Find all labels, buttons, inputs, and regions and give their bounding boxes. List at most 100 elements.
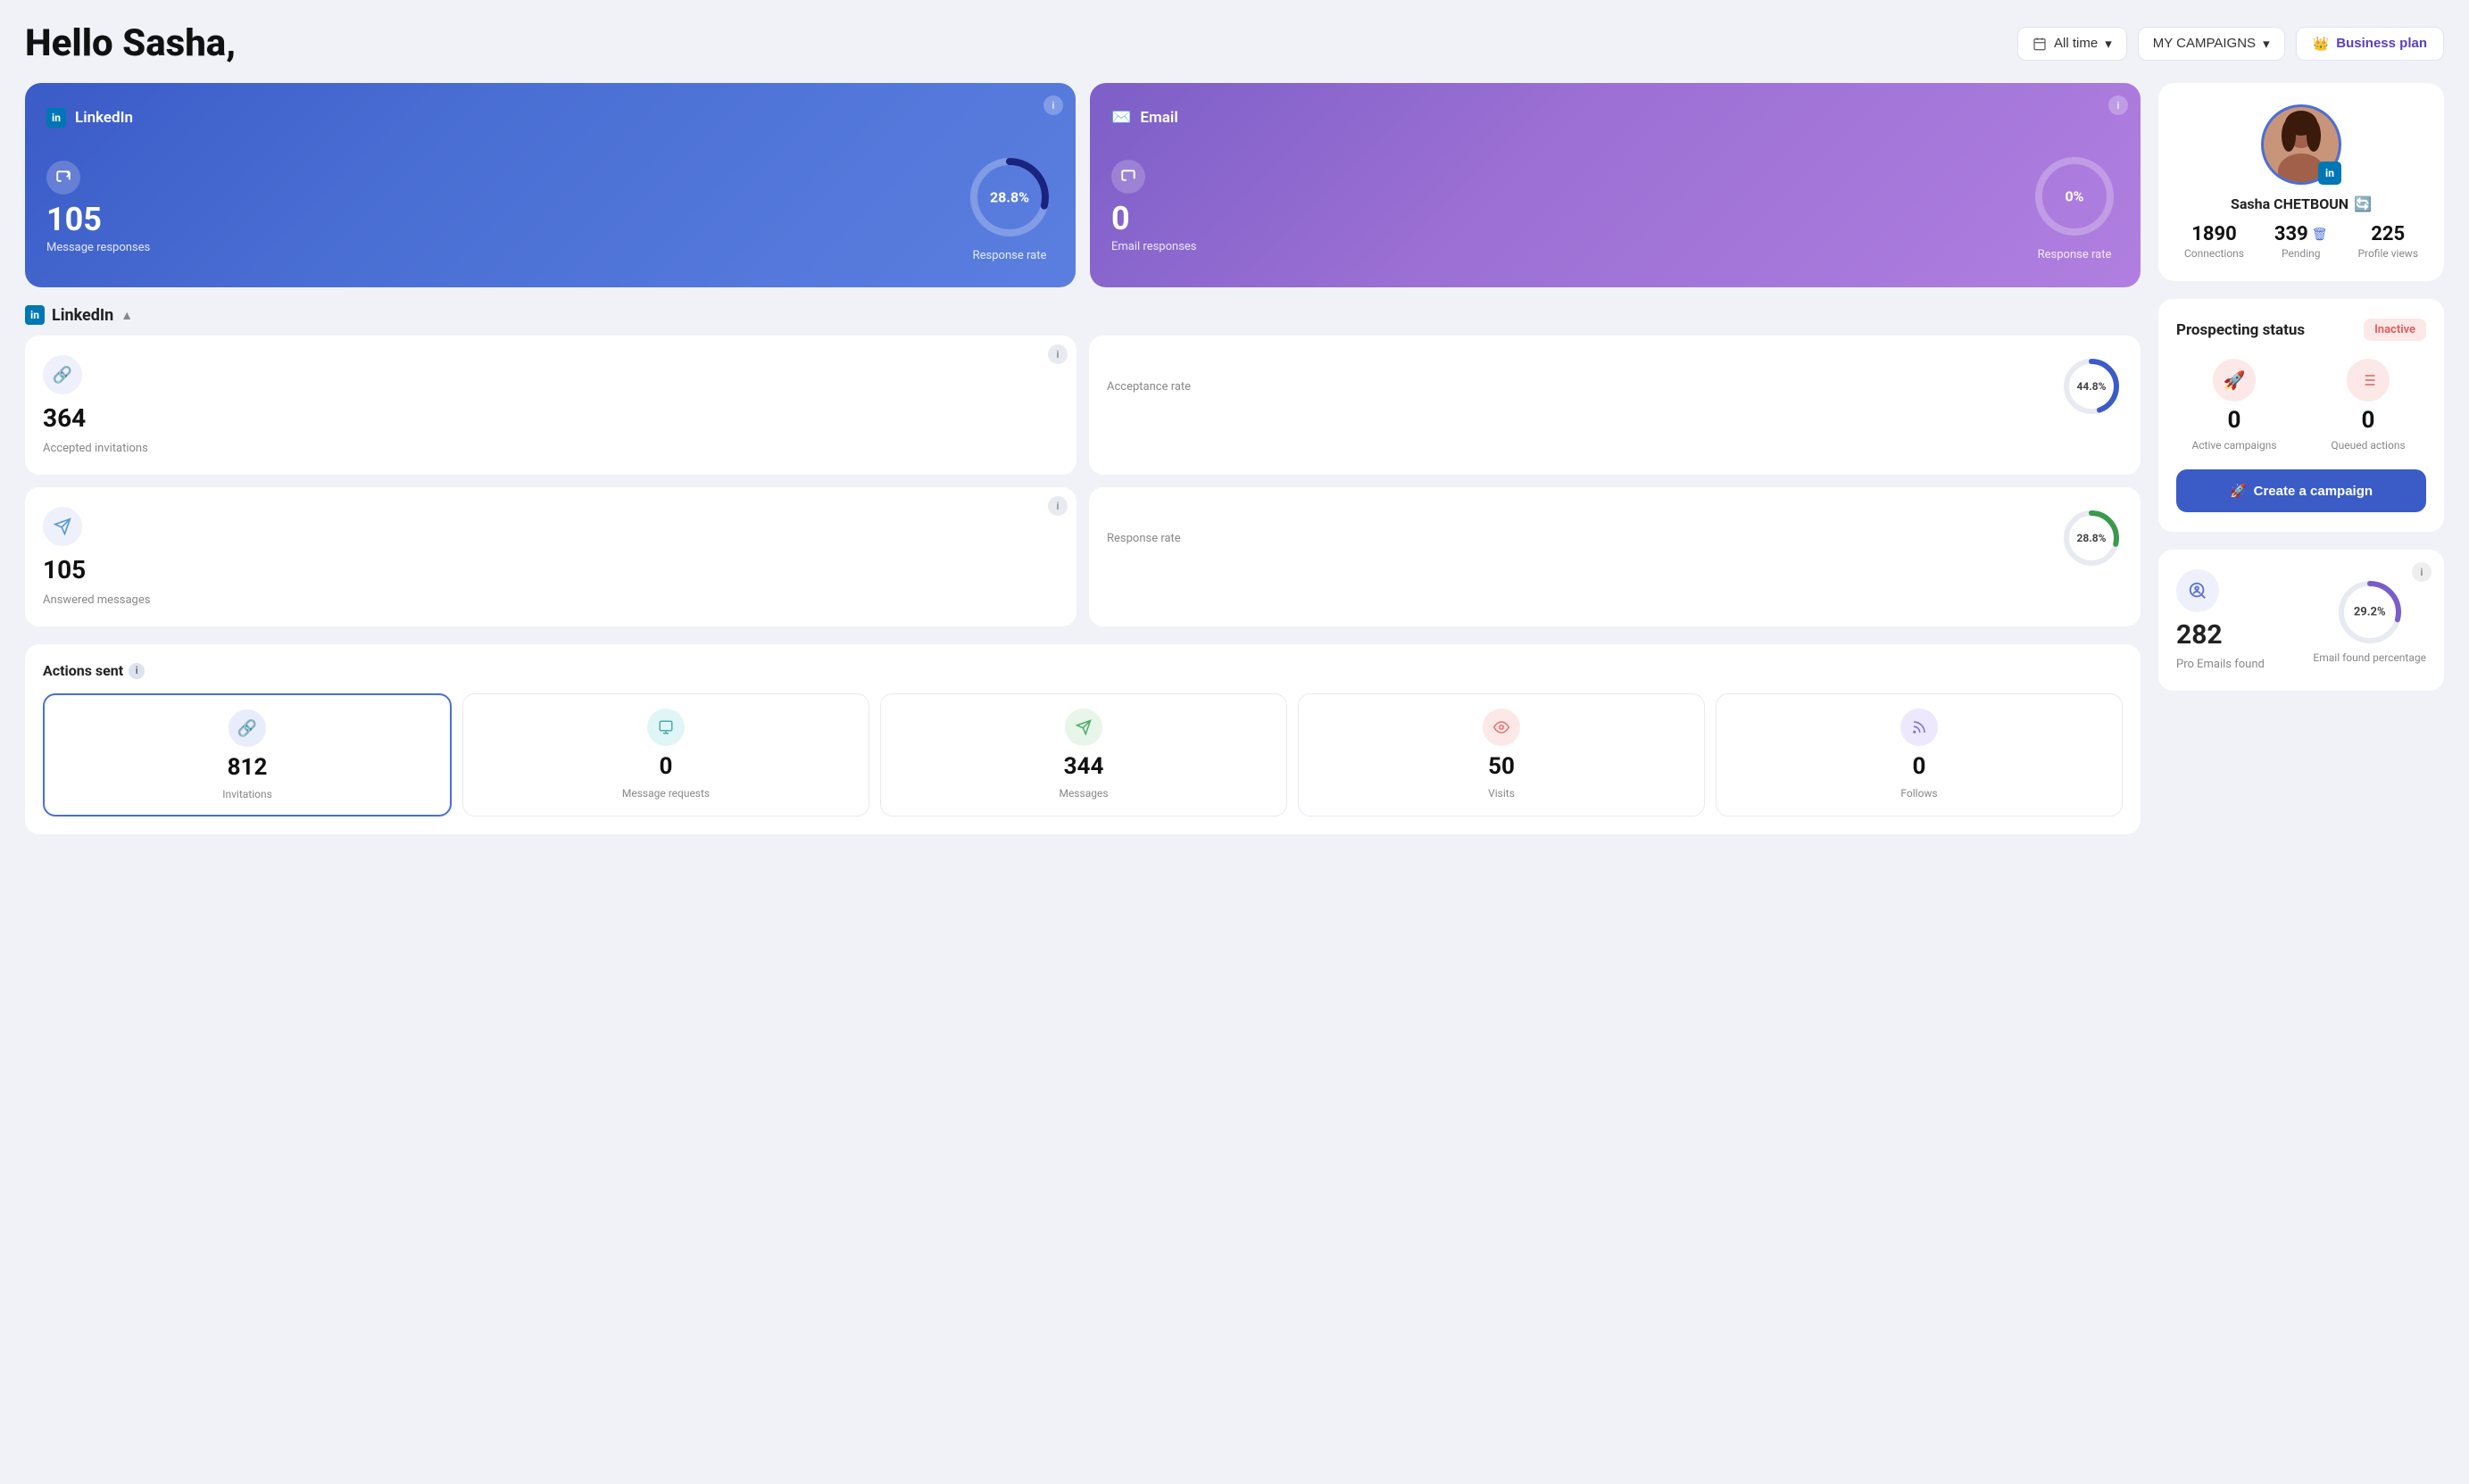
- pending-number: 339: [2274, 223, 2308, 245]
- email-responses-icon-circle: [1111, 160, 1145, 194]
- invitations-label: Invitations: [222, 788, 272, 800]
- email-responses-label: Email responses: [1111, 240, 1197, 253]
- calendar-icon: [2033, 37, 2047, 51]
- queued-actions-number: 0: [2362, 407, 2375, 434]
- header-controls: All time ▾ MY CAMPAIGNS ▾ 👑 Business pla…: [2017, 27, 2444, 61]
- answered-msg-info[interactable]: i: [1048, 496, 1068, 516]
- answered-messages-card: i 105 Answered messages: [25, 487, 1077, 626]
- visits-label: Visits: [1488, 787, 1515, 800]
- email-found-info-button[interactable]: i: [2412, 562, 2432, 582]
- reply-icon: [55, 170, 71, 186]
- message-icon: [658, 719, 674, 735]
- profile-stats: 1890 Connections 339 🗑 Pending 225 Profi…: [2180, 223, 2423, 260]
- linkedin-responses-number: 105: [46, 203, 102, 236]
- info-icon: i: [2117, 99, 2120, 112]
- prospecting-title: Prospecting status: [2176, 321, 2305, 339]
- header: Hello Sasha, All time ▾ MY CAMPAIGNS ▾ 👑…: [25, 21, 2444, 65]
- email-info-button[interactable]: i: [2108, 95, 2128, 115]
- actions-sent-section: Actions sent i 🔗 812 Invitations 0 Messa…: [25, 644, 2141, 834]
- time-filter-button[interactable]: All time ▾: [2017, 27, 2127, 61]
- search-person-icon: [2188, 581, 2207, 601]
- email-found-number: 282: [2176, 619, 2265, 651]
- pending-label: Pending: [2282, 247, 2321, 260]
- prospecting-stats: 🚀 0 Active campaigns 0 Queued actions: [2176, 359, 2426, 452]
- follows-count: 0: [1913, 753, 1926, 780]
- linkedin-response-rate-text: 28.8%: [990, 189, 1029, 206]
- email-card-header: ✉️ Email: [1111, 108, 2119, 127]
- accepted-inv-info[interactable]: i: [1048, 344, 1068, 364]
- profile-views-label: Profile views: [2357, 247, 2418, 260]
- messages-action-icon: [1065, 709, 1102, 746]
- visits-count: 50: [1488, 753, 1515, 780]
- action-follows-card[interactable]: 0 Follows: [1716, 693, 2123, 817]
- response-rate-inner: Response rate 28.8%: [1107, 507, 2123, 569]
- info-icon: i: [1052, 99, 1055, 112]
- linkedin-icon: in: [46, 108, 66, 128]
- email-pct-circle: 29.2%: [2334, 576, 2406, 648]
- email-stats-card: i ✉️ Email 0 Email responses: [1090, 83, 2141, 287]
- linkedin-info-button[interactable]: i: [1043, 95, 1063, 115]
- inactive-badge: Inactive: [2364, 319, 2426, 341]
- acceptance-rate-circle: 44.8%: [2060, 355, 2123, 418]
- time-filter-label: All time: [2054, 36, 2098, 51]
- eye-icon: [1493, 719, 1509, 735]
- linkedin-avatar-badge: in: [2318, 162, 2341, 185]
- response-rate-card: Response rate 28.8%: [1089, 487, 2141, 626]
- response-rate-circle: 28.8%: [2060, 507, 2123, 569]
- email-response-rate-text: 0%: [2065, 188, 2083, 205]
- linkedin-responses-stat: 105 Message responses: [46, 161, 150, 254]
- trash-icon[interactable]: 🗑: [2312, 228, 2328, 242]
- linkedin-stats-card: i in LinkedIn 105 Message responses: [25, 83, 1076, 287]
- linkedin-card-stats: 105 Message responses 28.8% Response rat…: [46, 153, 1054, 262]
- email-pct-text: 29.2%: [2354, 606, 2386, 619]
- queued-actions-icon: [2347, 359, 2390, 402]
- email-card-title: Email: [1140, 109, 1177, 127]
- connections-label: Connections: [2184, 247, 2244, 260]
- email-icon: ✉️: [1111, 108, 1131, 127]
- top-stats-cards: i in LinkedIn 105 Message responses: [25, 83, 2141, 287]
- avatar-wrapper: in: [2261, 104, 2341, 185]
- email-reply-icon: [1120, 169, 1136, 185]
- linkedin-response-rate-stat: 28.8% Response rate: [965, 153, 1054, 262]
- queued-actions-label: Queued actions: [2331, 439, 2405, 452]
- active-campaigns-label: Active campaigns: [2191, 439, 2276, 452]
- action-messages-card[interactable]: 344 Messages: [880, 693, 1287, 817]
- response-rate-label: Response rate: [1107, 532, 1181, 545]
- profile-card: in Sasha CHETBOUN 🔄 1890 Connections 339…: [2158, 83, 2444, 281]
- follows-label: Follows: [1900, 787, 1937, 800]
- actions-sent-title: Actions sent: [43, 662, 123, 679]
- actions-sent-info[interactable]: i: [129, 663, 145, 679]
- acceptance-rate-left: Acceptance rate: [1107, 380, 1191, 394]
- email-found-left: 282 Pro Emails found: [2176, 569, 2265, 671]
- email-found-label: Pro Emails found: [2176, 658, 2265, 671]
- email-pct-stat: 29.2% Email found percentage: [2313, 576, 2426, 664]
- action-message-requests-card[interactable]: 0 Message requests: [462, 693, 869, 817]
- email-found-card: i 282 Pro Emails found: [2158, 550, 2444, 691]
- campaign-filter-chevron: ▾: [2263, 36, 2270, 52]
- active-campaigns-icon: 🚀: [2213, 359, 2256, 402]
- queue-icon: [2359, 371, 2377, 389]
- campaign-filter-label: MY CAMPAIGNS: [2153, 36, 2256, 51]
- profile-views-stat: 225 Profile views: [2357, 223, 2418, 260]
- response-rate-left: Response rate: [1107, 532, 1181, 545]
- business-plan-button[interactable]: 👑 Business plan: [2296, 27, 2444, 61]
- linkedin-section-header: in LinkedIn ▲: [25, 305, 2141, 325]
- follows-action-icon: [1900, 709, 1938, 746]
- create-campaign-button[interactable]: 🚀 Create a campaign: [2176, 469, 2426, 512]
- profile-name: Sasha CHETBOUN 🔄: [2231, 195, 2372, 212]
- rocket-icon: 🚀: [2230, 483, 2247, 499]
- email-found-info-icon: i: [2421, 566, 2423, 578]
- active-campaigns-number: 0: [2228, 407, 2241, 434]
- email-found-stats: 282 Pro Emails found 29.2% Email found p…: [2176, 569, 2426, 671]
- prospecting-status-card: Prospecting status Inactive 🚀 0 Active c…: [2158, 299, 2444, 532]
- action-invitations-card[interactable]: 🔗 812 Invitations: [43, 693, 452, 817]
- linkedin-section: in LinkedIn ▲ i 🔗 364 Accepted invitatio…: [25, 305, 2141, 626]
- action-visits-card[interactable]: 50 Visits: [1298, 693, 1705, 817]
- messages-label: Messages: [1059, 787, 1108, 800]
- email-response-rate-label: Response rate: [2038, 248, 2112, 261]
- linkedin-section-chevron: ▲: [121, 308, 133, 323]
- campaign-filter-button[interactable]: MY CAMPAIGNS ▾: [2138, 27, 2285, 61]
- linkedin-responses-label: Message responses: [46, 241, 150, 254]
- messages-icon: [43, 507, 82, 546]
- email-responses-stat: 0 Email responses: [1111, 160, 1197, 253]
